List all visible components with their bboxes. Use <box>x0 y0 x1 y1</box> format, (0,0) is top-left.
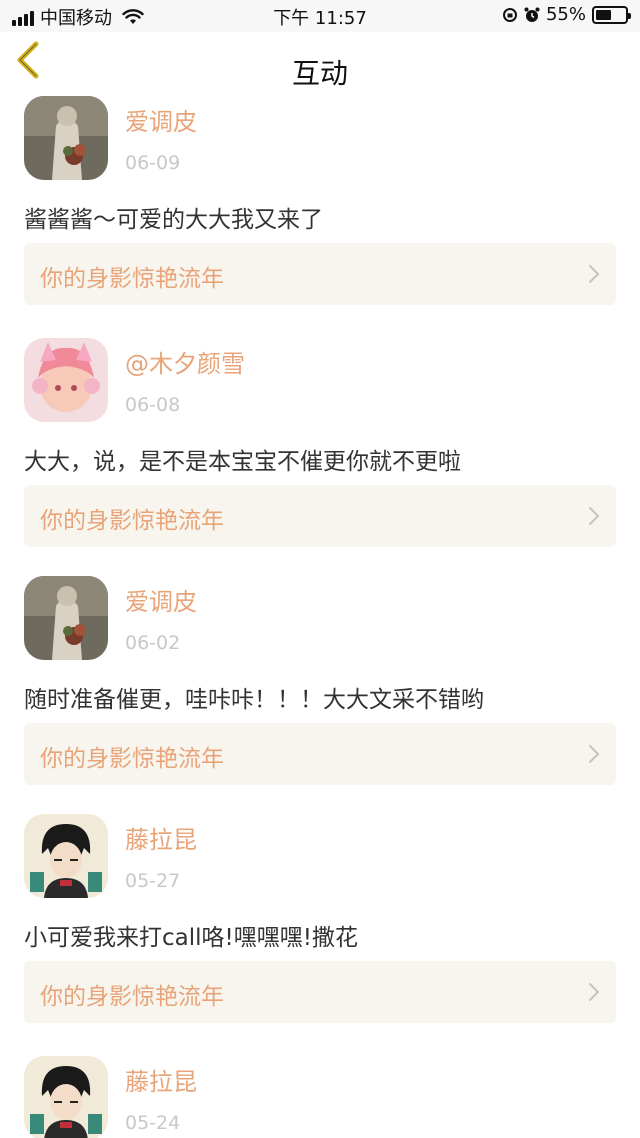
alarm-icon <box>524 7 540 22</box>
list-item: 爱调皮 06-02 随时准备催更，哇咔咔！！！大大文采不错哟 你的身影惊艳流年 <box>0 570 640 808</box>
username[interactable]: @木夕颜雪 <box>125 344 245 379</box>
battery-fill <box>596 9 612 20</box>
status-bar: 中国移动 下午 11:57 55% <box>0 0 640 32</box>
nav-bar: 互动 <box>0 32 640 90</box>
chevron-right-icon <box>589 265 600 283</box>
battery-icon <box>592 5 631 24</box>
username[interactable]: 藤拉昆 <box>125 820 197 855</box>
avatar[interactable] <box>24 1056 108 1138</box>
comment-date: 06-02 <box>125 632 181 654</box>
comment-date: 06-08 <box>125 394 181 416</box>
list-item: 藤拉昆 05-27 小可爱我来打call咯!嘿嘿嘿!撒花 你的身影惊艳流年 <box>0 808 640 1046</box>
orientation-lock-icon <box>502 7 517 22</box>
chevron-right-icon <box>589 507 600 525</box>
chevron-right-icon <box>589 983 600 1001</box>
list-item: 爱调皮 06-09 酱酱酱～可爱的大大我又来了 你的身影惊艳流年 <box>0 90 640 328</box>
status-right: 55% <box>502 4 631 25</box>
comment-text: 酱酱酱～可爱的大大我又来了 <box>24 207 323 233</box>
avatar[interactable] <box>24 338 108 422</box>
article-link-card[interactable]: 你的身影惊艳流年 <box>24 961 616 1023</box>
article-title: 你的身影惊艳流年 <box>40 746 224 772</box>
article-link-card[interactable]: 你的身影惊艳流年 <box>24 723 616 785</box>
page: 中国移动 下午 11:57 55% 互动 爱调皮 06-09 酱酱酱～可爱的大大… <box>0 0 640 1138</box>
article-title: 你的身影惊艳流年 <box>40 508 224 534</box>
article-link-card[interactable]: 你的身影惊艳流年 <box>24 485 616 547</box>
username[interactable]: 藤拉昆 <box>125 1062 197 1097</box>
avatar[interactable] <box>24 814 108 898</box>
comment-text: 小可爱我来打call咯!嘿嘿嘿!撒花 <box>24 925 358 951</box>
comment-date: 05-27 <box>125 870 181 892</box>
avatar[interactable] <box>24 96 108 180</box>
comment-text: 大大，说，是不是本宝宝不催更你就不更啦 <box>24 449 461 475</box>
comment-date: 06-09 <box>125 152 181 174</box>
list-item: 藤拉昆 05-24 <box>0 1050 640 1138</box>
avatar[interactable] <box>24 576 108 660</box>
list-item: @木夕颜雪 06-08 大大，说，是不是本宝宝不催更你就不更啦 你的身影惊艳流年 <box>0 332 640 570</box>
article-title: 你的身影惊艳流年 <box>40 266 224 292</box>
comment-text: 随时准备催更，哇咔咔！！！大大文采不错哟 <box>24 687 484 713</box>
article-title: 你的身影惊艳流年 <box>40 984 224 1010</box>
chevron-right-icon <box>589 745 600 763</box>
username[interactable]: 爱调皮 <box>125 102 197 137</box>
article-link-card[interactable]: 你的身影惊艳流年 <box>24 243 616 305</box>
username[interactable]: 爱调皮 <box>125 582 197 617</box>
battery-percent: 55% <box>545 4 586 25</box>
page-title: 互动 <box>291 57 348 90</box>
comment-date: 05-24 <box>125 1112 181 1134</box>
